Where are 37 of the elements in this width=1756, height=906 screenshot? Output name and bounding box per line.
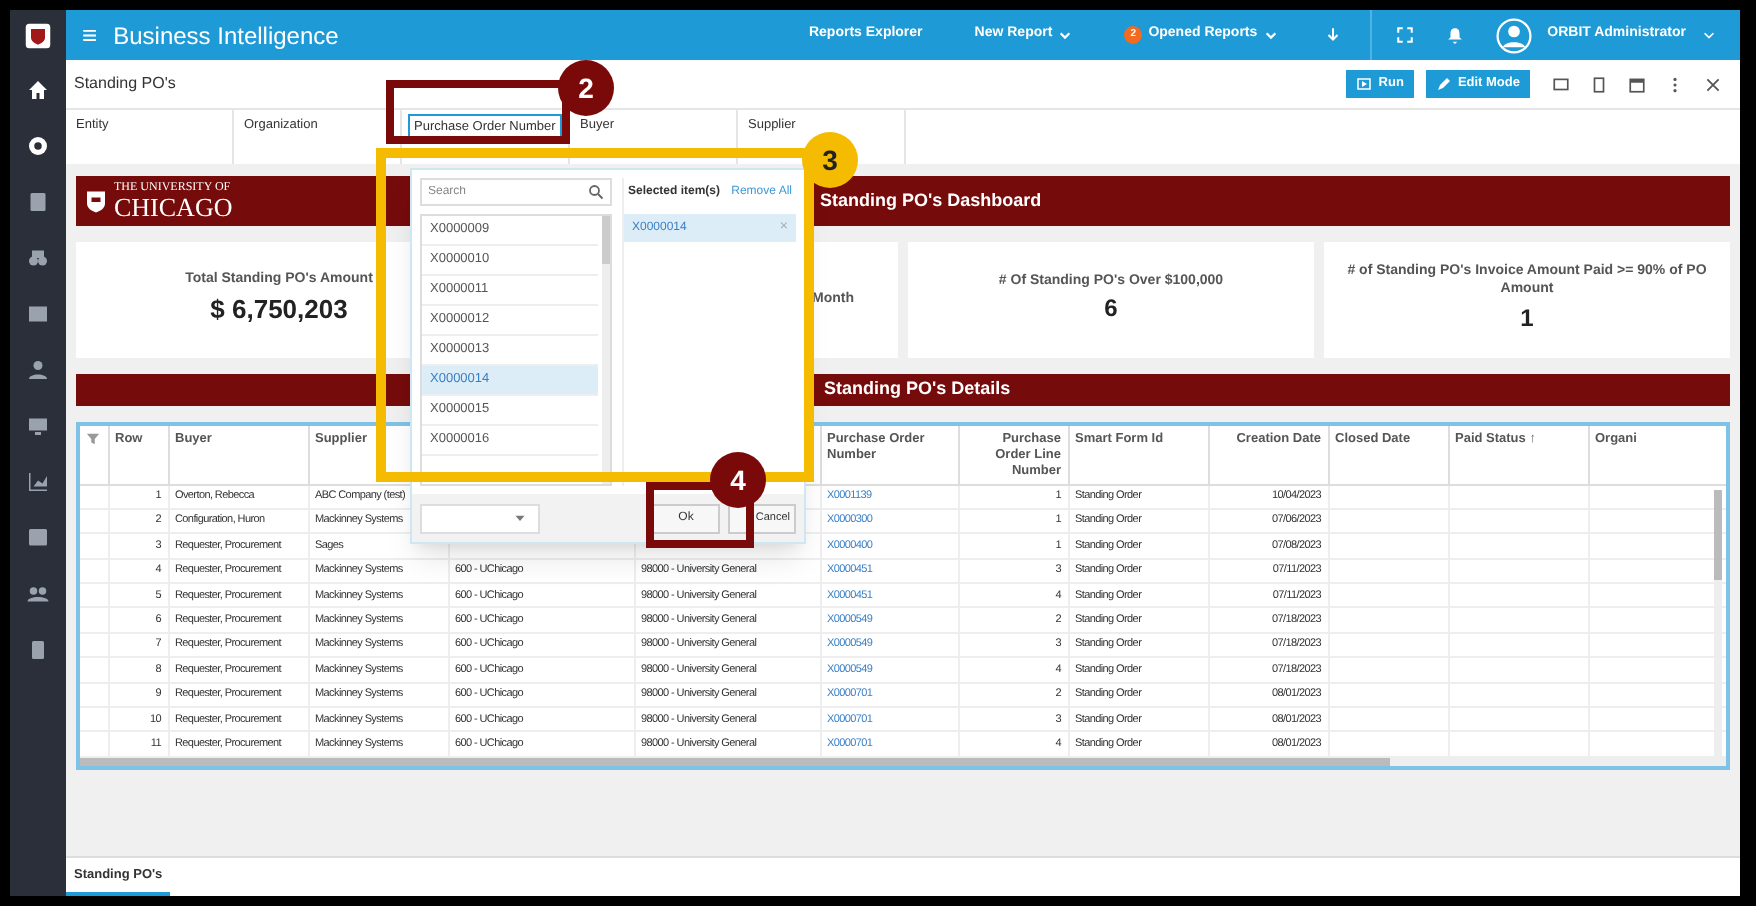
caret-down-icon xyxy=(514,512,526,524)
report-icon[interactable] xyxy=(26,526,50,550)
circle-icon[interactable] xyxy=(26,134,50,158)
scrollbar-thumb[interactable] xyxy=(602,216,610,264)
fullscreen-icon[interactable] xyxy=(1395,26,1414,44)
user-icon[interactable] xyxy=(26,358,50,382)
kpi-value: $ 6,750,203 xyxy=(210,291,348,328)
device-icon[interactable] xyxy=(26,638,50,662)
report-title: Standing PO's xyxy=(74,72,176,96)
close-icon[interactable] xyxy=(1704,75,1722,93)
chart-icon[interactable] xyxy=(26,470,50,494)
binoculars-icon[interactable] xyxy=(26,246,50,270)
home-icon[interactable] xyxy=(26,78,50,102)
chevron-down-icon xyxy=(1702,28,1716,42)
kpi-value: 1 xyxy=(1520,301,1534,336)
app-title: Business Intelligence xyxy=(113,19,339,53)
avatar-icon[interactable] xyxy=(1495,17,1532,53)
scrollbar-thumb[interactable] xyxy=(80,758,1390,766)
shield-logo-icon xyxy=(24,22,52,50)
image-icon[interactable] xyxy=(26,302,50,326)
dashboard-title: Standing PO's Dashboard xyxy=(820,187,1042,214)
people-icon[interactable] xyxy=(26,582,50,606)
logo-text: CHICAGO xyxy=(114,194,233,220)
down-arrow-icon[interactable] xyxy=(1323,26,1342,44)
bell-icon[interactable] xyxy=(1445,26,1464,44)
export-icon[interactable] xyxy=(1552,75,1570,93)
search-icon xyxy=(588,184,604,200)
kpi-value: 6 xyxy=(1104,292,1118,327)
monitor-icon[interactable] xyxy=(26,414,50,438)
scrollbar-thumb[interactable] xyxy=(1714,490,1722,580)
clipboard-icon[interactable] xyxy=(26,190,50,214)
calendar-icon[interactable] xyxy=(1628,75,1646,93)
document-icon[interactable] xyxy=(1590,75,1608,93)
play-icon xyxy=(1356,76,1373,92)
section-title: Standing PO's Details xyxy=(824,376,1011,403)
filter-icon[interactable] xyxy=(86,432,100,446)
pencil-icon xyxy=(1435,76,1452,92)
